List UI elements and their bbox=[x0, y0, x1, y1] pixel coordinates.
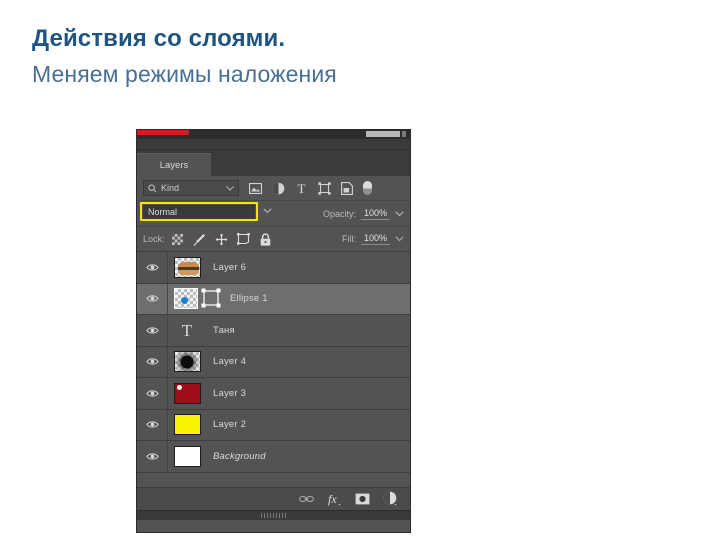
chevron-down-icon bbox=[226, 185, 234, 191]
smart-object-filter-icon[interactable] bbox=[340, 181, 354, 195]
opacity-control: Opacity: 100% bbox=[323, 208, 404, 220]
chevron-down-icon[interactable] bbox=[263, 207, 272, 214]
fill-control: Fill: 100% bbox=[342, 233, 404, 245]
panel-resize-grip[interactable] bbox=[260, 512, 287, 518]
opacity-value[interactable]: 100% bbox=[361, 208, 390, 220]
layer-name[interactable]: Layer 4 bbox=[206, 356, 246, 367]
layer-thumbnail[interactable]: T bbox=[168, 322, 206, 339]
panel-sub-strip bbox=[137, 139, 410, 150]
table-row[interactable]: Layer 4 bbox=[137, 346, 410, 378]
panel-top-widget[interactable] bbox=[366, 131, 406, 137]
layer-thumbnail[interactable] bbox=[168, 351, 206, 373]
filter-kind-label: Kind bbox=[161, 183, 180, 193]
table-row[interactable]: Ellipse 1 bbox=[137, 283, 410, 315]
layer-thumbnail[interactable] bbox=[168, 414, 206, 436]
panel-footer-toolbar: fx bbox=[137, 486, 410, 510]
opacity-label: Opacity: bbox=[322, 208, 356, 219]
chevron-down-icon[interactable] bbox=[395, 236, 404, 242]
panel-tab-bar: Layers bbox=[137, 150, 410, 176]
svg-text:fx: fx bbox=[328, 492, 337, 506]
layer-visibility-toggle[interactable] bbox=[137, 378, 168, 409]
layer-visibility-toggle[interactable] bbox=[137, 283, 168, 314]
svg-text:T: T bbox=[297, 182, 305, 195]
layer-name[interactable]: Layer 3 bbox=[206, 388, 246, 399]
page-title: Действия со слоями. Меняем режимы наложе… bbox=[32, 24, 632, 89]
filter-toggle-switch[interactable] bbox=[363, 181, 372, 195]
layer-visibility-toggle[interactable] bbox=[137, 346, 168, 377]
type-filter-icon[interactable]: T bbox=[294, 181, 308, 195]
lock-transparent-pixels-icon[interactable] bbox=[171, 233, 184, 246]
layer-thumbnail[interactable] bbox=[168, 256, 206, 278]
vector-mask-thumbnail[interactable] bbox=[200, 288, 222, 309]
lock-all-icon[interactable] bbox=[259, 232, 272, 246]
chevron-down-icon[interactable] bbox=[395, 210, 404, 217]
filter-kind-select[interactable]: Kind bbox=[143, 180, 239, 196]
layer-name[interactable]: Layer 6 bbox=[206, 262, 246, 273]
layer-visibility-toggle[interactable] bbox=[137, 252, 168, 283]
lock-artboard-icon[interactable] bbox=[236, 233, 250, 246]
red-accent-bar bbox=[137, 130, 189, 135]
fill-label: Fill: bbox=[342, 234, 356, 244]
lock-buttons bbox=[171, 232, 272, 246]
panel-top-strip bbox=[137, 130, 410, 139]
title-line-1: Действия со слоями. bbox=[32, 25, 286, 52]
layer-visibility-toggle[interactable] bbox=[137, 441, 168, 472]
lock-row: Lock: Fill: 100% bbox=[137, 227, 410, 252]
lock-position-icon[interactable] bbox=[215, 233, 228, 246]
layer-thumbnail[interactable] bbox=[168, 382, 206, 404]
lock-image-pixels-icon[interactable] bbox=[193, 233, 206, 246]
tab-layers[interactable]: Layers bbox=[137, 153, 211, 176]
add-layer-mask-icon[interactable] bbox=[355, 491, 370, 506]
fill-value[interactable]: 100% bbox=[361, 233, 390, 245]
lock-label: Lock: bbox=[143, 234, 165, 244]
layer-list: Layer 6 Ellipse 1 T Таня Layer 4 Layer 3… bbox=[137, 252, 410, 473]
new-adjustment-layer-icon[interactable] bbox=[383, 491, 398, 506]
blend-mode-row: Normal Opacity: 100% bbox=[137, 201, 410, 227]
panel-bottom-bar bbox=[137, 509, 410, 520]
blend-mode-highlight-box bbox=[140, 201, 258, 221]
layer-list-empty-space bbox=[137, 472, 410, 487]
link-layers-icon[interactable] bbox=[299, 491, 314, 506]
layer-name[interactable]: Background bbox=[206, 451, 266, 462]
table-row[interactable]: Layer 3 bbox=[137, 378, 410, 410]
photoshop-layers-panel: Layers Kind T Normal Opacity: 100% Lock:… bbox=[137, 130, 410, 532]
adjustment-filter-icon[interactable] bbox=[271, 181, 285, 195]
layer-name[interactable]: Layer 2 bbox=[206, 419, 246, 430]
title-line-2: Меняем режимы наложения bbox=[32, 61, 337, 87]
table-row[interactable]: Background bbox=[137, 441, 410, 473]
layer-thumbnail[interactable] bbox=[168, 445, 206, 467]
image-filter-icon[interactable] bbox=[248, 181, 262, 195]
layer-visibility-toggle[interactable] bbox=[137, 315, 168, 346]
layer-visibility-toggle[interactable] bbox=[137, 409, 168, 440]
table-row[interactable]: Layer 6 bbox=[137, 252, 410, 284]
layer-style-fx-icon[interactable]: fx bbox=[327, 491, 342, 506]
filter-type-icons: T bbox=[248, 181, 354, 195]
shape-filter-icon[interactable] bbox=[317, 181, 331, 195]
type-layer-T-icon: T bbox=[181, 320, 193, 340]
layer-thumbnail[interactable] bbox=[168, 288, 228, 310]
layer-name[interactable]: Ellipse 1 bbox=[228, 293, 268, 304]
table-row[interactable]: T Таня bbox=[137, 315, 410, 347]
search-icon bbox=[148, 183, 157, 193]
layer-filter-row: Kind T bbox=[137, 176, 410, 201]
layer-name[interactable]: Таня bbox=[206, 325, 235, 336]
table-row[interactable]: Layer 2 bbox=[137, 409, 410, 441]
